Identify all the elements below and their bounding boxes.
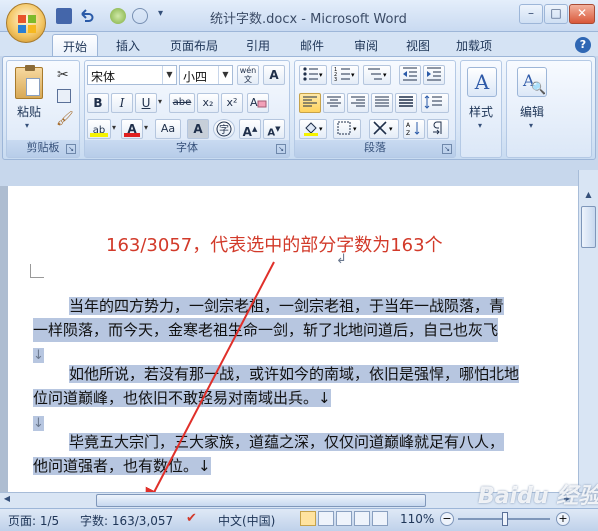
vertical-scrollbar[interactable]: ▲	[578, 170, 598, 492]
horizontal-scroll-thumb[interactable]	[96, 494, 426, 507]
full-screen-view-icon[interactable]	[318, 511, 334, 526]
zoom-level[interactable]: 110%	[400, 512, 434, 526]
baidu-watermark: Baidu 经验	[478, 484, 598, 509]
word-count[interactable]: 字数: 163/3,057	[80, 512, 173, 529]
zoom-in-icon[interactable]: +	[556, 512, 570, 526]
draft-view-icon[interactable]	[372, 511, 388, 526]
outline-view-icon[interactable]	[354, 511, 370, 526]
print-layout-view-icon[interactable]	[300, 511, 316, 526]
annotation-arrow	[145, 261, 275, 509]
proofing-icon[interactable]: ✔	[186, 511, 197, 526]
zoom-slider-thumb[interactable]	[502, 512, 508, 526]
vertical-scroll-thumb[interactable]	[581, 206, 596, 248]
page-count[interactable]: 页面: 1/5	[8, 512, 59, 529]
office-logo-icon	[18, 15, 36, 33]
zoom-out-icon[interactable]: −	[440, 512, 454, 526]
office-button[interactable]	[6, 3, 46, 43]
scroll-up-icon[interactable]: ▲	[581, 190, 596, 204]
web-layout-view-icon[interactable]	[336, 511, 352, 526]
scroll-left-icon[interactable]: ◀	[0, 494, 14, 507]
language-indicator[interactable]: 中文(中国)	[218, 512, 275, 529]
